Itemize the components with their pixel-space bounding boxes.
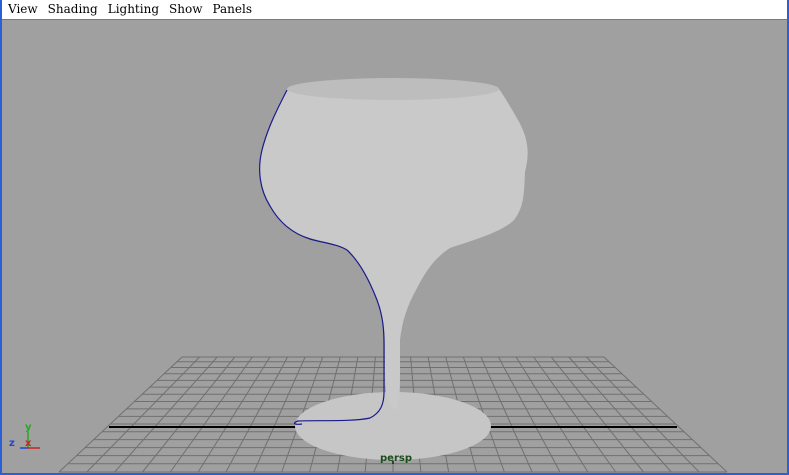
panel-menubar: View Shading Lighting Show Panels	[2, 0, 787, 20]
axis-y-label: y	[25, 422, 32, 433]
grid-line	[603, 356, 728, 473]
glass-surface	[259, 78, 528, 460]
menu-shading[interactable]: Shading	[43, 0, 103, 19]
camera-label: persp	[380, 453, 412, 464]
grid-line	[58, 356, 183, 473]
menu-panels[interactable]: Panels	[207, 0, 257, 19]
perspective-viewport[interactable]: persp y z x	[2, 20, 787, 473]
menu-lighting[interactable]: Lighting	[103, 0, 164, 19]
menu-show[interactable]: Show	[164, 0, 207, 19]
menu-view[interactable]: View	[2, 0, 43, 19]
axis-z-label: z	[9, 438, 15, 449]
axis-x-label: x	[25, 438, 32, 449]
model-panel: View Shading Lighting Show Panels persp …	[0, 0, 789, 475]
viewport-canvas	[58, 78, 728, 473]
